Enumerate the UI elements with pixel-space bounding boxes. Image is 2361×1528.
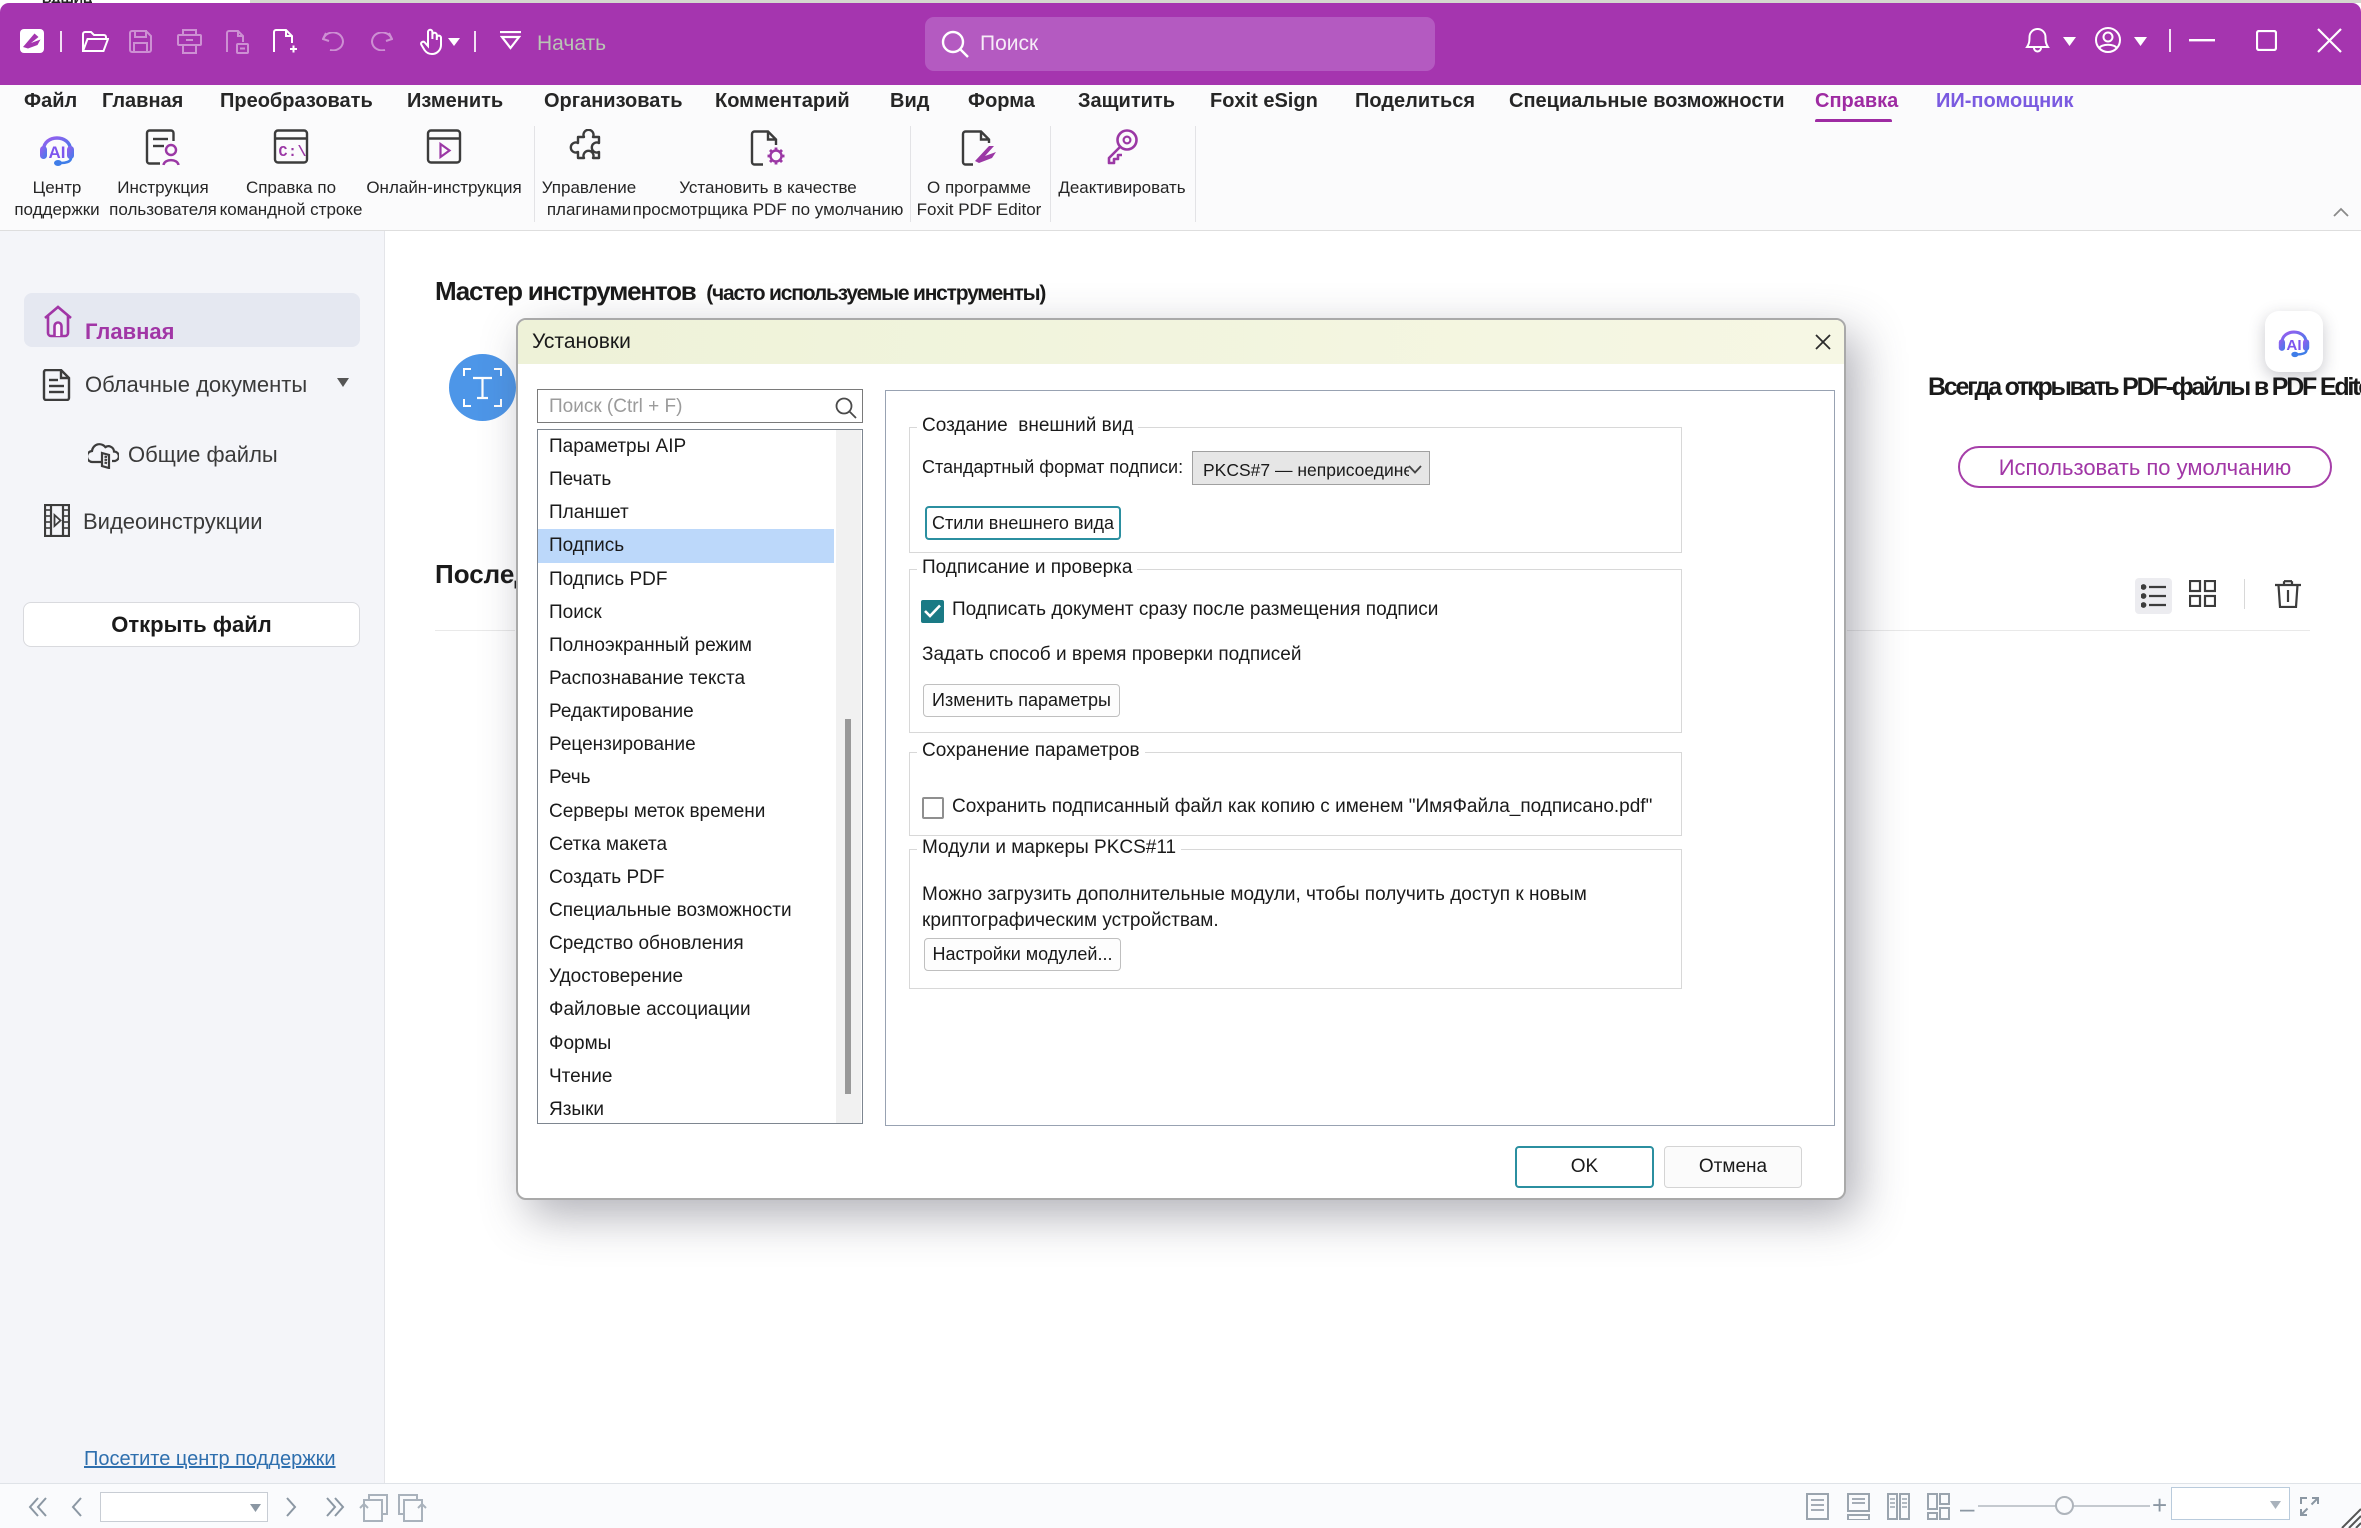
svg-text:AI: AI [2286,337,2301,354]
svg-text:C:\: C:\ [279,144,308,161]
svg-text:AI: AI [49,143,66,162]
